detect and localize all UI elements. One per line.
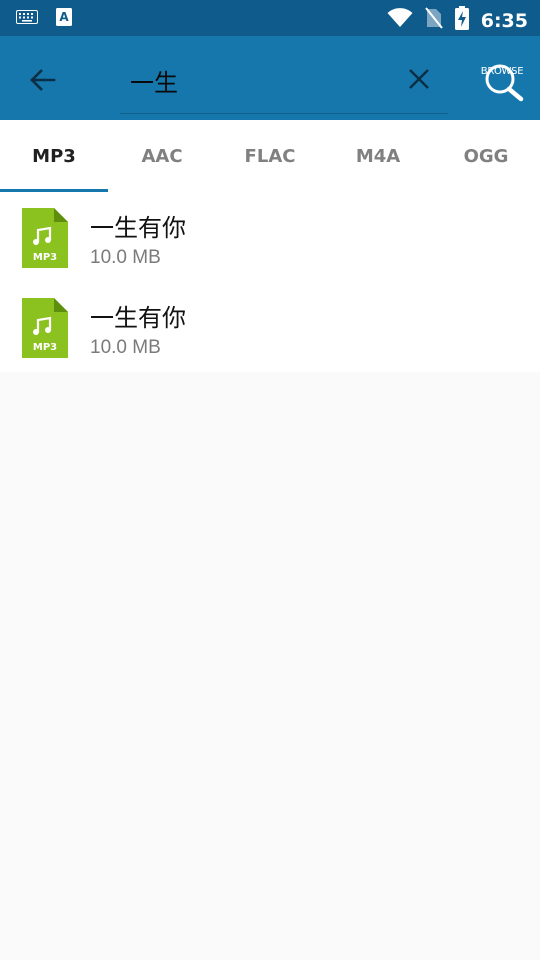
file-badge: MP3 <box>33 342 57 353</box>
file-size: 10.0 MB <box>90 247 161 268</box>
status-bar: A 6:35 <box>0 0 540 36</box>
file-title: 一生有你 <box>90 214 186 242</box>
browse-label: BROWSE <box>480 66 524 77</box>
battery-charging-icon <box>454 6 469 35</box>
back-arrow-icon <box>26 69 58 100</box>
tab-aac[interactable]: AAC <box>108 120 216 192</box>
keyboard-icon <box>16 10 38 29</box>
wifi-icon <box>387 8 413 33</box>
clock: 6:35 <box>480 9 528 32</box>
list-item[interactable]: MP3 一生有你 10.0 MB <box>0 192 540 282</box>
browse-button[interactable]: BROWSE <box>476 58 528 102</box>
tab-m4a[interactable]: M4A <box>324 120 432 192</box>
format-tabs: MP3 AAC FLAC M4A OGG <box>0 120 540 192</box>
app-bar: BROWSE <box>0 36 540 120</box>
music-file-icon: MP3 <box>22 298 68 358</box>
results-list: MP3 一生有你 10.0 MB MP3 一生有你 10.0 MB <box>0 192 540 372</box>
back-button[interactable] <box>26 64 58 96</box>
search-box <box>120 56 448 114</box>
svg-text:A: A <box>59 10 69 24</box>
search-input[interactable] <box>130 58 390 102</box>
file-badge: MP3 <box>33 252 57 263</box>
tab-mp3[interactable]: MP3 <box>0 120 108 192</box>
tab-ogg[interactable]: OGG <box>432 120 540 192</box>
a-icon: A <box>56 8 72 31</box>
file-size: 10.0 MB <box>90 337 161 358</box>
file-title: 一生有你 <box>90 304 186 332</box>
clear-search-button[interactable] <box>404 64 434 94</box>
music-file-icon: MP3 <box>22 208 68 268</box>
close-icon <box>404 69 434 98</box>
tab-flac[interactable]: FLAC <box>216 120 324 192</box>
list-item[interactable]: MP3 一生有你 10.0 MB <box>0 282 540 372</box>
no-sim-icon <box>424 7 443 34</box>
